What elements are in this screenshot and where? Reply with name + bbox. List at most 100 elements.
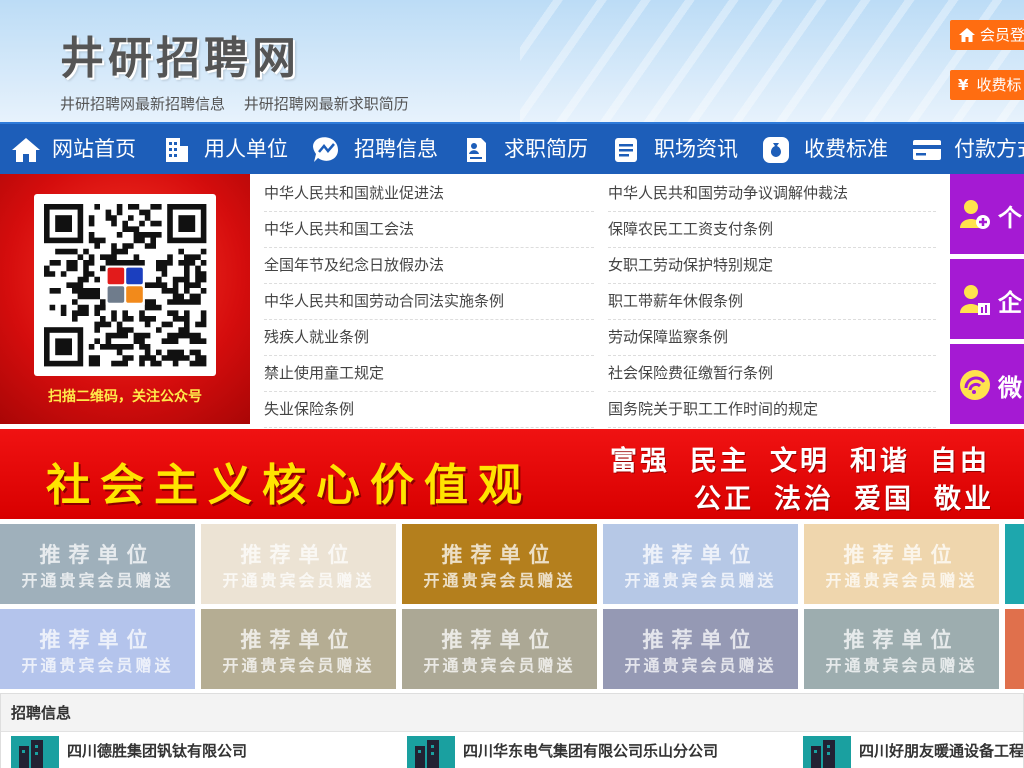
law-link[interactable]: 中华人民共和国劳动争议调解仲裁法 [608, 184, 848, 202]
law-item: 中华人民共和国就业促进法 [264, 176, 594, 212]
tile-subtitle: 开通贵宾会员赠送 [222, 571, 375, 590]
law-link[interactable]: 禁止使用童工规定 [264, 364, 384, 382]
law-item: 中华人民共和国工会法 [264, 212, 594, 248]
wechat-button[interactable]: 微 [950, 344, 1024, 424]
fee-standard-button[interactable]: ¥ 收费标 [950, 70, 1024, 100]
law-link[interactable]: 职工带薪年休假条例 [608, 292, 743, 310]
recommended-unit-tile[interactable]: 推荐单位开通贵宾会员赠送 [402, 524, 597, 604]
law-link[interactable]: 中华人民共和国劳动合同法实施条例 [264, 292, 504, 310]
company-name[interactable]: 四川华东电气集团有限公司乐山分公司 [463, 740, 718, 761]
value-word: 爱国 [854, 484, 914, 515]
jobs-section: 招聘信息 四川德胜集团钒钛有限公司 四川华东电气集团有限公司乐山分公司 四川好朋友暖… [0, 693, 1024, 768]
law-item: 保障农民工工资支付条例 [608, 212, 936, 248]
law-item: 禁止使用童工规定 [264, 356, 594, 392]
enterprise-button[interactable]: 企 [950, 259, 1024, 339]
law-item: 残疾人就业条例 [264, 320, 594, 356]
recommended-unit-tile[interactable]: 推荐单位开通贵宾会员赠送 [201, 609, 396, 689]
value-word: 敬业 [934, 484, 994, 515]
page: 井研招聘网 井研招聘网最新招聘信息 井研招聘网最新求职简历 会员登 ¥ 收费标 网… [0, 0, 1024, 768]
fee-standard-label: 收费标 [976, 76, 1022, 94]
qr-caption: 扫描二维码，关注公众号 [48, 389, 202, 405]
law-item: 女职工劳动保护特别规定 [608, 248, 936, 284]
values-row-2: 公正 法治 爱国 敬业 [694, 477, 1014, 516]
core-values-banner[interactable]: 社会主义核心价值观 富强 民主 文明 和谐 自由 公正 法治 爱国 敬业 [0, 429, 1024, 519]
recommended-unit-tile[interactable]: 推荐单位开通贵宾会员赠送 [804, 609, 999, 689]
nav-label: 收费标准 [804, 137, 888, 161]
law-link[interactable]: 失业保险条例 [264, 400, 354, 418]
person-add-icon [960, 200, 990, 229]
recommended-unit-tile[interactable]: 推荐单位开通贵宾会员赠送 [603, 609, 798, 689]
law-link[interactable]: 女职工劳动保护特别规定 [608, 256, 773, 274]
law-link[interactable]: 社会保险费征缴暂行条例 [608, 364, 773, 382]
tile-title: 推荐单位 [843, 628, 960, 652]
tile-title: 推荐单位 [39, 543, 156, 567]
tile-title: 推荐单位 [441, 543, 558, 567]
company-name[interactable]: 四川好朋友暖通设备工程 [859, 740, 1023, 761]
tile-title: 推荐单位 [240, 543, 357, 567]
news-icon [615, 138, 637, 162]
tile-subtitle: 开通贵宾会员赠送 [624, 656, 777, 675]
recommended-unit-tile[interactable]: 推荐单位开通贵宾会员赠送 [201, 524, 396, 604]
tile-title: 推荐单位 [240, 628, 357, 652]
law-link[interactable]: 国务院关于职工工作时间的规定 [608, 400, 818, 418]
value-word: 和谐 [850, 446, 910, 477]
recommended-unit-tile[interactable]: 推荐单位开通贵宾会员赠送 [804, 524, 999, 604]
recommended-unit-tile[interactable]: 推荐单位开通贵宾会员赠送 [603, 524, 798, 604]
tile-title: 推荐单位 [642, 543, 759, 567]
tile-title: 推荐单位 [843, 543, 960, 567]
law-link[interactable]: 残疾人就业条例 [264, 328, 369, 346]
tile-title: 推荐单位 [1005, 539, 1024, 569]
law-item: 劳动保障监察条例 [608, 320, 936, 356]
recommended-unit-tile[interactable]: 推荐单位开通贵宾会员赠送 [0, 609, 195, 689]
main-nav: 网站首页 用人单位 招聘信息 求职简历 职场资讯 收费标准 付款方式 [0, 122, 1024, 174]
law-link[interactable]: 劳动保障监察条例 [608, 328, 728, 346]
tile-subtitle: 开通贵宾会员赠送 [1005, 652, 1024, 676]
qr-banner: 扫描二维码，关注公众号 [0, 174, 250, 424]
tile-subtitle: 开通贵宾会员赠送 [423, 656, 576, 675]
yen-icon: ¥ [958, 76, 969, 94]
law-link[interactable]: 全国年节及纪念日放假办法 [264, 256, 444, 274]
tile-subtitle: 开通贵宾会员赠送 [624, 571, 777, 590]
company-logo [803, 736, 851, 768]
tile-title: 推荐单位 [1005, 624, 1024, 654]
member-login-button[interactable]: 会员登 [950, 20, 1024, 50]
values-row-1: 富强 民主 文明 和谐 自由 [610, 439, 1010, 478]
header-links: 井研招聘网最新招聘信息 井研招聘网最新求职简历 [60, 93, 423, 114]
recommended-unit-tile[interactable]: 推荐单位开通贵宾会员赠送 [1005, 524, 1024, 604]
header-decoration [520, 0, 1024, 122]
law-link[interactable]: 中华人民共和国就业促进法 [264, 184, 444, 202]
law-item: 失业保险条例 [264, 392, 594, 428]
company-name[interactable]: 四川德胜集团钒钛有限公司 [67, 740, 247, 761]
tile-subtitle: 开通贵宾会员赠送 [1005, 567, 1024, 591]
recommended-unit-tile[interactable]: 推荐单位开通贵宾会员赠送 [1005, 609, 1024, 689]
home-icon [959, 28, 975, 42]
enterprise-label: 企 [998, 289, 1022, 317]
law-item: 社会保险费征缴暂行条例 [608, 356, 936, 392]
tile-subtitle: 开通贵宾会员赠送 [825, 571, 978, 590]
nav-label: 用人单位 [204, 137, 288, 161]
card-icon [913, 140, 941, 160]
core-values-title: 社会主义核心价值观 [46, 460, 532, 511]
law-item: 国务院关于职工工作时间的规定 [608, 392, 936, 428]
value-word: 公正 [694, 484, 754, 515]
law-link[interactable]: 中华人民共和国工会法 [264, 220, 414, 238]
personal-button[interactable]: 个 [950, 174, 1024, 254]
qr-code [34, 194, 216, 376]
law-item: 中华人民共和国劳动争议调解仲裁法 [608, 176, 936, 212]
tile-subtitle: 开通贵宾会员赠送 [222, 656, 375, 675]
recommended-unit-tile[interactable]: 推荐单位开通贵宾会员赠送 [402, 609, 597, 689]
latest-resumes-link[interactable]: 井研招聘网最新求职简历 [244, 95, 409, 113]
site-title[interactable]: 井研招聘网 [60, 22, 300, 86]
jobs-heading: 招聘信息 [1, 694, 1023, 732]
recommended-unit-tile[interactable]: 推荐单位开通贵宾会员赠送 [0, 524, 195, 604]
law-item: 中华人民共和国劳动合同法实施条例 [264, 284, 594, 320]
header: 井研招聘网 井研招聘网最新招聘信息 井研招聘网最新求职简历 会员登 ¥ 收费标 [0, 0, 1024, 122]
latest-jobs-link[interactable]: 井研招聘网最新招聘信息 [60, 95, 225, 113]
tile-subtitle: 开通贵宾会员赠送 [21, 656, 174, 675]
building-icon [166, 138, 188, 162]
wechat-icon [960, 370, 990, 400]
nav-label: 职场资讯 [654, 137, 738, 161]
law-item: 全国年节及纪念日放假办法 [264, 248, 594, 284]
personal-label: 个 [998, 204, 1022, 232]
law-link[interactable]: 保障农民工工资支付条例 [608, 220, 773, 238]
